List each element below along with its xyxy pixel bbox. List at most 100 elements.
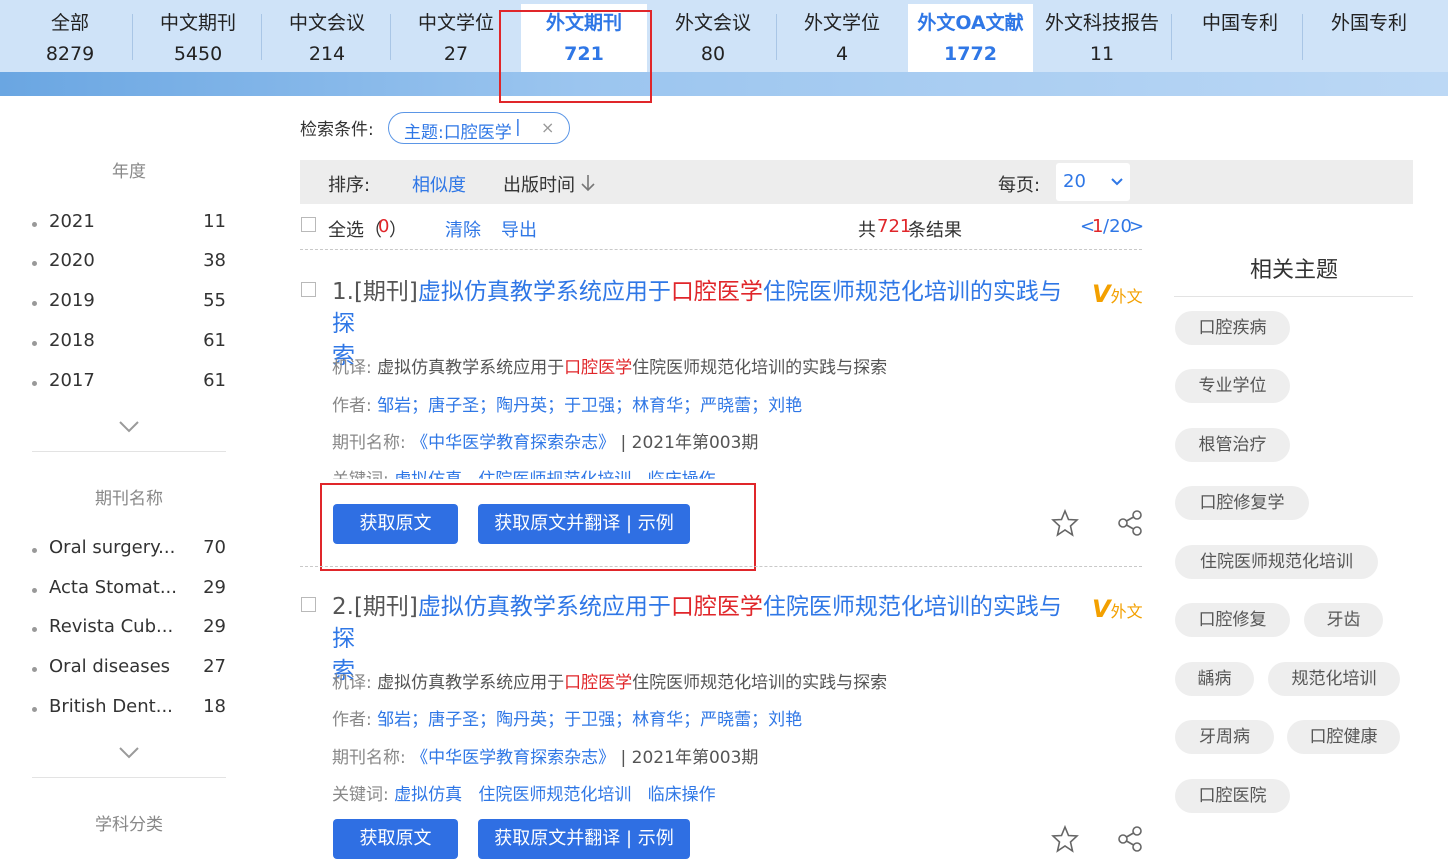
share-icon[interactable] xyxy=(1116,509,1144,537)
search-condition-chip[interactable]: 主题:口腔医学 | × xyxy=(388,112,570,144)
tab-label: 外文会议 xyxy=(674,12,751,34)
journal-link[interactable]: 《中华医学教育探索杂志》 xyxy=(411,433,615,453)
related-topic-tag[interactable]: 牙齿 xyxy=(1304,603,1383,637)
journal-facet-item[interactable]: British Dent... 18 xyxy=(32,696,232,724)
tab-count: 80 xyxy=(700,43,726,65)
tab-divider xyxy=(390,14,391,60)
journal-facet-item[interactable]: Revista Cub... 29 xyxy=(32,616,232,644)
year-facet-item[interactable]: 2021 11 xyxy=(32,211,232,239)
chevron-down-icon[interactable] xyxy=(118,742,140,764)
database-tab-bar: 全部 8279 中文期刊 5450 中文会议 214 中文学位 27 外文期刊 … xyxy=(0,0,1448,72)
tab-divider xyxy=(776,14,777,60)
tab-label: 外文OA文献 xyxy=(917,12,1024,34)
tab-foreign-conferences[interactable]: 外文会议 80 xyxy=(649,4,777,72)
tab-divider xyxy=(1302,14,1303,60)
share-icon[interactable] xyxy=(1116,825,1144,853)
related-topics-title: 相关主题 xyxy=(1249,258,1338,283)
tab-count: 11 xyxy=(1089,43,1115,65)
chip-separator: | xyxy=(515,117,521,137)
tab-count: 1772 xyxy=(944,43,997,65)
star-icon[interactable] xyxy=(1051,825,1079,853)
arrow-down-icon[interactable] xyxy=(580,173,596,193)
machine-translation: 机译: 虚拟仿真教学系统应用于口腔医学住院医师规范化培训的实践与探索 xyxy=(332,673,888,693)
year-facet-item[interactable]: 2018 61 xyxy=(32,330,232,358)
chevron-down-icon[interactable] xyxy=(118,416,140,438)
sort-pubtime[interactable]: 出版时间 xyxy=(503,171,575,197)
sort-relevance[interactable]: 相似度 xyxy=(412,171,466,197)
keyword-links[interactable]: 虚拟仿真 住院医师规范化培训 临床操作 xyxy=(394,470,715,479)
related-topic-tag[interactable]: 口腔健康 xyxy=(1287,720,1400,754)
result-checkbox[interactable] xyxy=(301,282,316,297)
sort-label: 排序: xyxy=(328,175,371,196)
selection-row: 全选 （ 0 ） 清除 导出 共 721 条结果 < 1 /20 > xyxy=(300,214,1144,244)
clear-button[interactable]: 清除 xyxy=(445,216,481,242)
foreign-badge-icon: V外文 xyxy=(1092,595,1143,623)
keyword-links[interactable]: 虚拟仿真 住院医师规范化培训 临床操作 xyxy=(394,785,715,805)
perpage-value: 20 xyxy=(1063,171,1086,192)
related-topic-tag[interactable]: 龋病 xyxy=(1175,662,1254,696)
result-checkbox[interactable] xyxy=(301,597,316,612)
tab-foreign-patents[interactable]: 外国专利 xyxy=(1305,4,1433,72)
tab-label: 外文学位 xyxy=(803,12,880,34)
result-item: 2.[期刊]虚拟仿真教学系统应用于口腔医学住院医师规范化培训的实践与探索 V外文… xyxy=(300,591,1150,868)
related-topic-tag[interactable]: 牙周病 xyxy=(1175,720,1274,754)
page-current: 1 xyxy=(1092,216,1104,237)
tab-count: 5450 xyxy=(173,43,223,65)
journal-link[interactable]: 《中华医学教育探索杂志》 xyxy=(411,748,615,768)
tab-chinese-journals[interactable]: 中文期刊 5450 xyxy=(134,4,262,72)
export-button[interactable]: 导出 xyxy=(501,216,537,242)
journal-facet-item[interactable]: Acta Stomat... 29 xyxy=(32,577,232,605)
related-topic-tag[interactable]: 口腔疾病 xyxy=(1175,311,1290,345)
related-topic-tag[interactable]: 根管治疗 xyxy=(1175,428,1290,462)
tab-label: 中文期刊 xyxy=(159,12,236,34)
author-links[interactable]: 邹岩；唐子圣；陶丹英；于卫强；林育华；严晓蕾；刘艳 xyxy=(377,710,802,730)
tab-foreign-degrees[interactable]: 外文学位 4 xyxy=(778,4,906,72)
divider xyxy=(300,566,1142,567)
year-facet-item[interactable]: 2019 55 xyxy=(32,290,232,318)
perpage-select[interactable]: 20 xyxy=(1056,163,1130,201)
related-topic-tag[interactable]: 口腔修复 xyxy=(1175,603,1290,637)
tab-label: 中文会议 xyxy=(288,12,365,34)
tab-foreign-tech-reports[interactable]: 外文科技报告 11 xyxy=(1038,4,1166,72)
year-facet-item[interactable]: 2017 61 xyxy=(32,370,232,398)
related-topic-tag[interactable]: 住院医师规范化培训 xyxy=(1175,545,1378,579)
total-suffix: 条结果 xyxy=(908,220,962,241)
authors-line: 作者: 邹岩；唐子圣；陶丹英；于卫强；林育华；严晓蕾；刘艳 xyxy=(332,396,803,416)
machine-translation: 机译: 虚拟仿真教学系统应用于口腔医学住院医师规范化培训的实践与探索 xyxy=(332,358,888,378)
sort-bar: 排序: 相似度 出版时间 每页: 20 xyxy=(300,160,1413,204)
annotation-box-buttons xyxy=(320,483,756,571)
tab-china-patents[interactable]: 中国专利 xyxy=(1176,4,1304,72)
related-topic-tag[interactable]: 口腔修复学 xyxy=(1175,486,1309,520)
select-all-label[interactable]: 全选 xyxy=(328,216,364,242)
chevron-down-icon xyxy=(1111,178,1123,186)
tab-chinese-conferences[interactable]: 中文会议 214 xyxy=(263,4,391,72)
keywords-line: 关键词: 虚拟仿真 住院医师规范化培训 临床操作 xyxy=(332,785,716,805)
related-topic-tag[interactable]: 规范化培训 xyxy=(1268,662,1400,696)
tab-foreign-oa[interactable]: 外文OA文献 1772 xyxy=(908,4,1033,72)
star-icon[interactable] xyxy=(1051,509,1079,537)
journal-line: 期刊名称: 《中华医学教育探索杂志》 | 2021年第003期 xyxy=(332,433,759,453)
search-conditions-label: 检索条件: xyxy=(300,120,374,140)
get-and-translate-button[interactable]: 获取原文并翻译 | 示例 xyxy=(478,819,690,859)
related-topic-tag[interactable]: 专业学位 xyxy=(1175,369,1290,403)
tab-label: 中国专利 xyxy=(1201,12,1278,34)
tab-count: 8279 xyxy=(45,43,95,65)
tab-label: 外国专利 xyxy=(1330,12,1407,34)
divider xyxy=(32,451,226,452)
selected-count: 0 xyxy=(378,216,390,237)
year-facet-item[interactable]: 2020 38 xyxy=(32,250,232,278)
related-topic-tag[interactable]: 口腔医院 xyxy=(1175,779,1290,813)
author-links[interactable]: 邹岩；唐子圣；陶丹英；于卫强；林育华；严晓蕾；刘艳 xyxy=(377,396,802,416)
tab-divider xyxy=(1171,14,1172,60)
tab-count: 4 xyxy=(835,43,849,65)
journal-facet-item[interactable]: Oral surgery... 70 xyxy=(32,537,232,565)
close-icon[interactable]: × xyxy=(541,118,554,137)
journal-facet-item[interactable]: Oral diseases 27 xyxy=(32,656,232,684)
tab-label: 全部 xyxy=(50,12,89,34)
page-next[interactable]: > xyxy=(1129,216,1144,237)
select-all-checkbox[interactable] xyxy=(301,217,316,232)
tab-all[interactable]: 全部 8279 xyxy=(6,4,134,72)
perpage-label: 每页: xyxy=(998,175,1041,196)
tab-divider xyxy=(132,14,133,60)
get-fulltext-button[interactable]: 获取原文 xyxy=(333,819,458,859)
